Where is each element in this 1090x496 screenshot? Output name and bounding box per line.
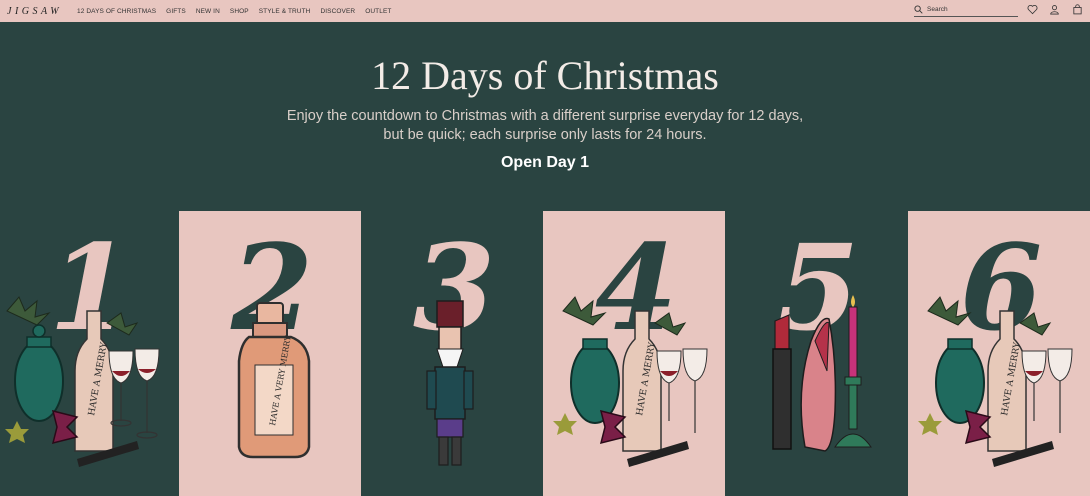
calendar-door-6[interactable]: 6 HAVE A MERRY bbox=[908, 211, 1090, 496]
heart-icon[interactable] bbox=[1027, 4, 1038, 15]
nav-item-12-days[interactable]: 12 DAYS OF CHRISTMAS bbox=[77, 8, 156, 15]
calendar-door-3[interactable]: 3 bbox=[361, 211, 543, 496]
wine-and-vase-illustration: HAVE A MERRY bbox=[553, 296, 708, 467]
search-input[interactable] bbox=[927, 6, 1007, 13]
wine-and-vase-illustration: HAVE A MERRY bbox=[918, 296, 1073, 467]
open-day-button[interactable]: Open Day 1 bbox=[0, 154, 1090, 172]
lipstick-heel-candle-illustration bbox=[772, 295, 872, 452]
search-icon[interactable] bbox=[914, 5, 923, 14]
main-nav: 12 DAYS OF CHRISTMAS GIFTS NEW IN SHOP S… bbox=[77, 8, 391, 15]
top-nav-bar: JIGSAW 12 DAYS OF CHRISTMAS GIFTS NEW IN… bbox=[0, 0, 1090, 22]
calendar-door-1[interactable]: 1 HAVE A MERRY bbox=[0, 211, 179, 496]
nav-item-gifts[interactable]: GIFTS bbox=[166, 8, 186, 15]
page-title: 12 Days of Christmas bbox=[371, 53, 719, 98]
nav-item-outlet[interactable]: OUTLET bbox=[365, 8, 391, 15]
nav-item-style-truth[interactable]: STYLE & TRUTH bbox=[259, 8, 311, 15]
search-box bbox=[914, 3, 1018, 17]
calendar-door-2[interactable]: 2 HAVE A VERY MERRY bbox=[179, 211, 361, 496]
wine-and-vase-illustration: HAVE A MERRY bbox=[5, 296, 160, 467]
nutcracker-illustration bbox=[426, 300, 474, 466]
page-subtitle: Enjoy the countdown to Christmas with a … bbox=[0, 107, 1090, 145]
calendar-door-4[interactable]: 4 HAVE A MERRY bbox=[543, 211, 725, 496]
nav-item-shop[interactable]: SHOP bbox=[230, 8, 249, 15]
perfume-bottle-illustration: HAVE A VERY MERRY bbox=[237, 302, 311, 459]
calendar-door-5[interactable]: 5 bbox=[725, 211, 907, 496]
brand-logo[interactable]: JIGSAW bbox=[7, 6, 71, 17]
subtitle-line-2: but be quick; each surprise only lasts f… bbox=[383, 127, 707, 143]
subtitle-line-1: Enjoy the countdown to Christmas with a … bbox=[286, 108, 804, 124]
nav-item-new-in[interactable]: NEW IN bbox=[196, 8, 220, 15]
account-icon[interactable] bbox=[1049, 4, 1060, 15]
nav-item-discover[interactable]: DISCOVER bbox=[320, 8, 355, 15]
bag-icon[interactable] bbox=[1072, 4, 1083, 15]
